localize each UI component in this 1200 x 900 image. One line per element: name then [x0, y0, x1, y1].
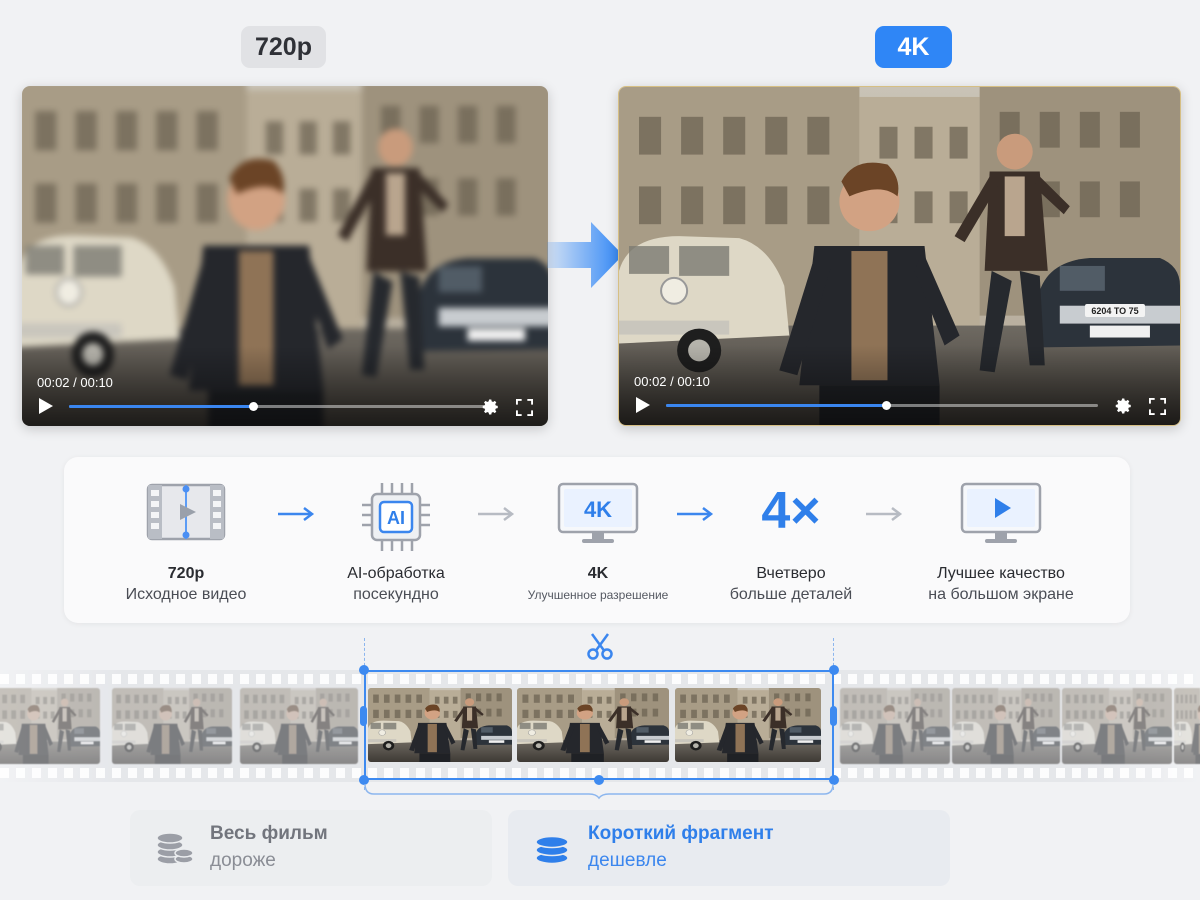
ai-chip-label: AI — [387, 508, 405, 528]
fullscreen-icon[interactable] — [1149, 398, 1166, 415]
coins-stack-icon — [535, 835, 569, 865]
monitor-play-icon — [960, 482, 1042, 543]
step-subtitle: посекундно — [353, 586, 439, 603]
ai-chip-icon: AI — [362, 483, 430, 551]
trim-right-handle[interactable] — [830, 706, 837, 726]
trim-corner-handle[interactable] — [359, 665, 369, 675]
step-title: Вчетверо — [756, 565, 826, 582]
step-subtitle: Улучшенное разрешение — [527, 588, 669, 602]
flow-arrow-icon — [866, 507, 903, 521]
step-subtitle: больше деталей — [729, 586, 853, 603]
upscale-arrow-icon — [547, 222, 623, 288]
progress-bar[interactable] — [666, 401, 1098, 410]
film-icon — [146, 483, 226, 541]
quality-badge-4k: 4K — [875, 26, 952, 68]
monitor-label: 4K — [584, 497, 612, 522]
cost-card-full-movie[interactable]: Весь фильм дороже — [130, 810, 492, 886]
step-title: Лучшее качество — [937, 565, 1065, 582]
trim-selection[interactable] — [364, 670, 834, 780]
flow-arrow-icon — [478, 507, 515, 521]
quality-badge-720p: 720p — [241, 26, 326, 68]
progress-knob[interactable] — [248, 402, 258, 411]
timeline-thumbnail[interactable] — [112, 688, 232, 764]
step-title: AI-обработка — [347, 565, 445, 582]
timecode: 00:02 / 00:10 — [634, 374, 710, 389]
trim-corner-handle[interactable] — [829, 665, 839, 675]
play-icon[interactable] — [635, 396, 651, 414]
license-plate: 6204 TO 75 — [1085, 304, 1145, 317]
timecode: 00:02 / 00:10 — [37, 375, 113, 390]
timeline-thumbnail[interactable] — [952, 688, 1060, 764]
video-player-4k[interactable]: 6204 TO 75 00:02 / 00:10 — [618, 86, 1181, 426]
progress-fill — [666, 404, 887, 407]
step-title: 720p — [167, 565, 205, 582]
video-player-720p[interactable]: 00:02 / 00:10 — [22, 86, 548, 426]
flow-arrow-icon — [677, 507, 714, 521]
step-subtitle: на большом экране — [928, 586, 1074, 603]
cost-title: Весь фильм — [210, 823, 328, 844]
fullscreen-icon[interactable] — [516, 399, 533, 416]
timeline-thumbnail[interactable] — [1062, 688, 1172, 764]
cost-title: Короткий фрагмент — [588, 823, 774, 844]
cost-card-short-clip[interactable]: Короткий фрагмент дешевле — [508, 810, 950, 886]
timeline-thumbnail[interactable] — [840, 688, 950, 764]
times-four-icon: 4× — [761, 482, 821, 540]
monitor-4k-icon: 4K — [557, 482, 639, 543]
selection-brace — [364, 783, 834, 800]
progress-bar[interactable] — [69, 402, 487, 411]
progress-fill — [69, 405, 253, 408]
timeline-thumbnail[interactable] — [1174, 688, 1200, 764]
timeline-thumbnail[interactable] — [240, 688, 358, 764]
gear-icon[interactable] — [482, 398, 500, 416]
trim-left-handle[interactable] — [360, 706, 367, 726]
cost-subtitle: дешевле — [588, 850, 667, 871]
step-title: 4K — [587, 565, 609, 582]
gear-icon[interactable] — [1115, 397, 1133, 415]
flow-arrow-icon — [278, 507, 315, 521]
play-icon[interactable] — [38, 397, 54, 415]
scissors-icon[interactable] — [587, 632, 613, 660]
step-subtitle: Исходное видео — [125, 586, 247, 603]
timeline-thumbnail[interactable] — [0, 688, 100, 764]
cost-subtitle: дороже — [210, 850, 276, 871]
processing-pipeline: 720p Исходное видео AI AI-обработка посе… — [64, 457, 1130, 623]
coins-stack-icon — [156, 832, 194, 865]
